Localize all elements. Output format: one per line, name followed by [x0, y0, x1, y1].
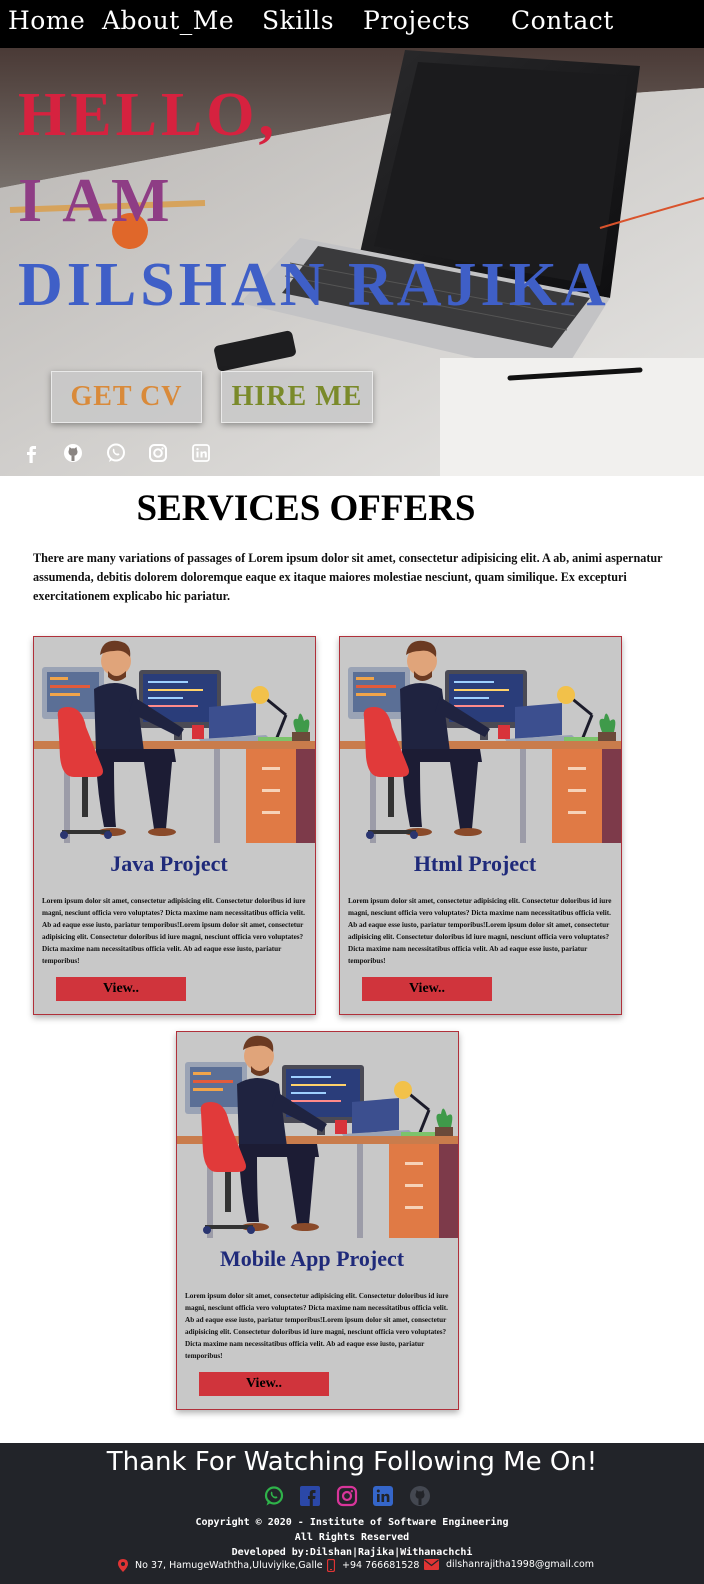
hero-hello: HELLO, — [18, 81, 279, 149]
location-pin-icon — [118, 1559, 128, 1572]
github-icon[interactable] — [409, 1485, 431, 1507]
card-title: Mobile App Project — [219, 1246, 405, 1271]
footer: Thank For Watching Following Me On! Copy… — [0, 1443, 704, 1584]
copyright-text: Copyright © 2020 - Institute of Software… — [195, 1517, 509, 1528]
hero-i-am: I AM — [18, 167, 174, 235]
email-info[interactable]: dilshanrajitha1998@gmail.com — [424, 1559, 594, 1570]
developer-credit: Developed by:Dilshan|Rajika|Withanachchi — [231, 1547, 473, 1558]
card-text: Lorem ipsum dolor sit amet, consectetur … — [42, 897, 306, 965]
view-button[interactable]: View.. — [362, 977, 492, 1001]
github-icon[interactable] — [62, 442, 84, 464]
view-button[interactable]: View.. — [56, 977, 186, 1001]
phone-text: +94 766681528 — [342, 1560, 420, 1571]
developer-at-desk-illustration — [340, 637, 621, 843]
top-nav: Home About_Me Skills Projects Contact — [0, 0, 704, 48]
project-card-html: Html Project Lorem ipsum dolor sit amet,… — [339, 636, 622, 1015]
instagram-icon[interactable] — [147, 442, 169, 464]
whatsapp-icon[interactable] — [263, 1485, 285, 1507]
developer-at-desk-illustration — [34, 637, 315, 843]
facebook-icon[interactable] — [20, 442, 42, 464]
nav-contact[interactable]: Contact — [511, 6, 614, 35]
address-text: No 37, HamugeWaththa,Uluviyike,Galle — [135, 1560, 323, 1571]
project-card-mobile-app: Mobile App Project Lorem ipsum dolor sit… — [176, 1031, 459, 1410]
hero-name: DILSHAN RAJIKA — [18, 251, 610, 319]
hire-me-button[interactable]: HIRE ME — [221, 371, 373, 423]
linkedin-icon[interactable] — [190, 442, 212, 464]
facebook-icon[interactable] — [299, 1485, 321, 1507]
card-text: Lorem ipsum dolor sit amet, consectetur … — [348, 897, 612, 965]
nav-about-me[interactable]: About_Me — [102, 6, 234, 35]
card-title: Html Project — [413, 851, 537, 876]
services-description: There are many variations of passages of… — [33, 551, 663, 603]
email-text[interactable]: dilshanrajitha1998@gmail.com — [446, 1559, 594, 1570]
card-text: Lorem ipsum dolor sit amet, consectetur … — [185, 1292, 449, 1360]
address-info: No 37, HamugeWaththa,Uluviyike,Galle — [118, 1559, 323, 1572]
instagram-icon[interactable] — [336, 1485, 358, 1507]
card-title: Java Project — [110, 851, 228, 876]
phone-info: +94 766681528 — [327, 1559, 419, 1572]
get-cv-button[interactable]: GET CV — [51, 371, 202, 423]
mobile-phone-icon — [327, 1559, 335, 1572]
services-title: SERVICES OFFERS — [136, 488, 476, 529]
project-card-java: Java Project Lorem ipsum dolor sit amet,… — [33, 636, 316, 1015]
whatsapp-icon[interactable] — [105, 442, 127, 464]
rights-text: All Rights Reserved — [294, 1532, 410, 1543]
view-button[interactable]: View.. — [199, 1372, 329, 1396]
nav-projects[interactable]: Projects — [363, 6, 470, 35]
linkedin-icon[interactable] — [372, 1485, 394, 1507]
footer-heading: Thank For Watching Following Me On! — [106, 1447, 598, 1477]
developer-at-desk-illustration — [177, 1032, 458, 1238]
nav-skills[interactable]: Skills — [262, 6, 334, 35]
hero-section: HELLO, I AM DILSHAN RAJIKA GET CV HIRE M… — [0, 48, 704, 476]
nav-home[interactable]: Home — [8, 6, 85, 35]
envelope-icon — [424, 1559, 439, 1570]
